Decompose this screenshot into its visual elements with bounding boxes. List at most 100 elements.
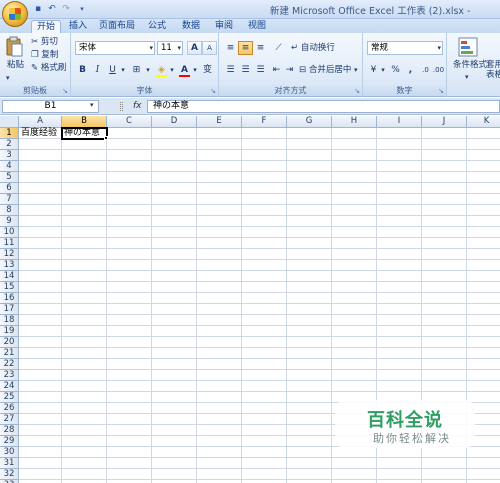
- merge-center-button[interactable]: ⊟ 合并后居中 ▾: [299, 65, 358, 76]
- paste-icon[interactable]: [5, 36, 23, 58]
- row-header-12[interactable]: 12: [0, 249, 19, 260]
- row-header-21[interactable]: 21: [0, 348, 19, 359]
- italic-button[interactable]: I: [90, 63, 105, 77]
- insert-function-icon[interactable]: fx: [133, 101, 142, 111]
- comma-button[interactable]: ,: [403, 63, 418, 77]
- cut-button[interactable]: ✂ 剪切: [31, 37, 58, 48]
- column-header-d[interactable]: D: [152, 116, 197, 128]
- redo-icon[interactable]: ↷: [60, 3, 72, 15]
- column-header-g[interactable]: G: [287, 116, 332, 128]
- office-button[interactable]: [2, 1, 28, 27]
- font-size-combo[interactable]: 11 ▾: [157, 41, 183, 55]
- row-header-24[interactable]: 24: [0, 381, 19, 392]
- row-header-7[interactable]: 7: [0, 194, 19, 205]
- font-name-combo[interactable]: 宋体 ▾: [75, 41, 155, 55]
- grow-font-button[interactable]: A: [187, 41, 202, 55]
- align-center-icon[interactable]: ☰: [238, 63, 253, 77]
- row-header-18[interactable]: 18: [0, 315, 19, 326]
- column-header-j[interactable]: J: [422, 116, 467, 128]
- row-header-27[interactable]: 27: [0, 414, 19, 425]
- row-header-17[interactable]: 17: [0, 304, 19, 315]
- alignment-launcher-icon[interactable]: ↘: [354, 87, 360, 95]
- number-format-combo[interactable]: 常规 ▾: [367, 41, 443, 55]
- cell-a1[interactable]: 百度经验: [21, 129, 57, 138]
- align-right-icon[interactable]: ☰: [253, 63, 268, 77]
- clipboard-launcher-icon[interactable]: ↘: [62, 87, 68, 95]
- tab-review[interactable]: 审阅: [210, 20, 238, 34]
- active-cell-border[interactable]: [61, 127, 108, 140]
- font-color-dropdown-icon[interactable]: ▾: [191, 63, 199, 77]
- row-header-22[interactable]: 22: [0, 359, 19, 370]
- bold-button[interactable]: B: [75, 63, 90, 77]
- paste-dropdown-icon[interactable]: ▾: [6, 73, 10, 84]
- orientation-icon[interactable]: ⟋: [271, 41, 286, 55]
- row-header-30[interactable]: 30: [0, 447, 19, 458]
- row-header-23[interactable]: 23: [0, 370, 19, 381]
- row-header-16[interactable]: 16: [0, 293, 19, 304]
- column-header-i[interactable]: I: [377, 116, 422, 128]
- column-header-f[interactable]: F: [242, 116, 287, 128]
- row-header-9[interactable]: 9: [0, 216, 19, 227]
- shrink-font-button[interactable]: A: [202, 41, 217, 55]
- row-header-26[interactable]: 26: [0, 403, 19, 414]
- undo-icon[interactable]: ↶: [46, 3, 58, 15]
- row-header-14[interactable]: 14: [0, 271, 19, 282]
- column-header-e[interactable]: E: [197, 116, 242, 128]
- splitter-handle[interactable]: [120, 102, 123, 111]
- tab-insert[interactable]: 插入: [64, 20, 92, 34]
- row-header-29[interactable]: 29: [0, 436, 19, 447]
- tab-home[interactable]: 开始: [31, 20, 61, 34]
- row-header-20[interactable]: 20: [0, 337, 19, 348]
- column-header-c[interactable]: C: [107, 116, 152, 128]
- save-icon[interactable]: ▪: [32, 3, 44, 15]
- row-header-32[interactable]: 32: [0, 469, 19, 480]
- tab-view[interactable]: 视图: [243, 20, 271, 34]
- format-painter-button[interactable]: ✎ 格式刷: [31, 63, 66, 74]
- name-box-dropdown-icon[interactable]: ▾: [90, 101, 94, 109]
- percent-button[interactable]: %: [388, 63, 403, 77]
- select-all-corner[interactable]: [0, 116, 19, 128]
- customize-qat-icon[interactable]: ▾: [76, 3, 88, 15]
- tab-formulas[interactable]: 公式: [143, 20, 171, 34]
- conditional-format-button[interactable]: 条件格式: [453, 60, 487, 71]
- row-header-3[interactable]: 3: [0, 150, 19, 161]
- tab-page-layout[interactable]: 页面布局: [97, 20, 137, 34]
- column-header-a[interactable]: A: [19, 116, 62, 128]
- border-dropdown-icon[interactable]: ▾: [144, 63, 152, 77]
- align-top-icon[interactable]: ≡: [223, 41, 238, 55]
- font-launcher-icon[interactable]: ↘: [210, 87, 216, 95]
- fill-handle[interactable]: [104, 136, 108, 140]
- underline-button[interactable]: U: [105, 63, 120, 77]
- format-as-table-button[interactable]: 套用 表格: [486, 60, 500, 80]
- row-header-25[interactable]: 25: [0, 392, 19, 403]
- row-header-13[interactable]: 13: [0, 260, 19, 271]
- formula-input[interactable]: 神の本意: [147, 100, 500, 113]
- underline-dropdown-icon[interactable]: ▾: [119, 63, 127, 77]
- row-header-5[interactable]: 5: [0, 172, 19, 183]
- phonetic-button[interactable]: 变: [200, 63, 215, 77]
- row-header-6[interactable]: 6: [0, 183, 19, 194]
- align-bottom-icon[interactable]: ≡: [253, 41, 268, 55]
- border-icon[interactable]: ⊞: [129, 63, 144, 77]
- conditional-format-icon[interactable]: [457, 36, 479, 58]
- name-box[interactable]: B1: [2, 100, 99, 113]
- row-header-11[interactable]: 11: [0, 238, 19, 249]
- decrease-decimal-icon[interactable]: .00: [431, 63, 446, 77]
- column-header-k[interactable]: K: [467, 116, 500, 128]
- wrap-text-button[interactable]: ↵ 自动换行: [291, 43, 335, 54]
- increase-indent-icon[interactable]: ⇥: [282, 63, 297, 77]
- row-header-8[interactable]: 8: [0, 205, 19, 216]
- row-header-1[interactable]: 1: [0, 128, 19, 139]
- currency-dropdown-icon[interactable]: ▾: [379, 63, 387, 77]
- row-header-28[interactable]: 28: [0, 425, 19, 436]
- copy-button[interactable]: ❐ 复制: [31, 50, 58, 61]
- row-header-2[interactable]: 2: [0, 139, 19, 150]
- paste-button[interactable]: 粘贴: [7, 60, 24, 71]
- align-middle-icon[interactable]: ≡: [238, 41, 253, 55]
- column-header-h[interactable]: H: [332, 116, 377, 128]
- row-header-31[interactable]: 31: [0, 458, 19, 469]
- tab-data[interactable]: 数据: [177, 20, 205, 34]
- number-launcher-icon[interactable]: ↘: [438, 87, 444, 95]
- row-header-4[interactable]: 4: [0, 161, 19, 172]
- row-header-19[interactable]: 19: [0, 326, 19, 337]
